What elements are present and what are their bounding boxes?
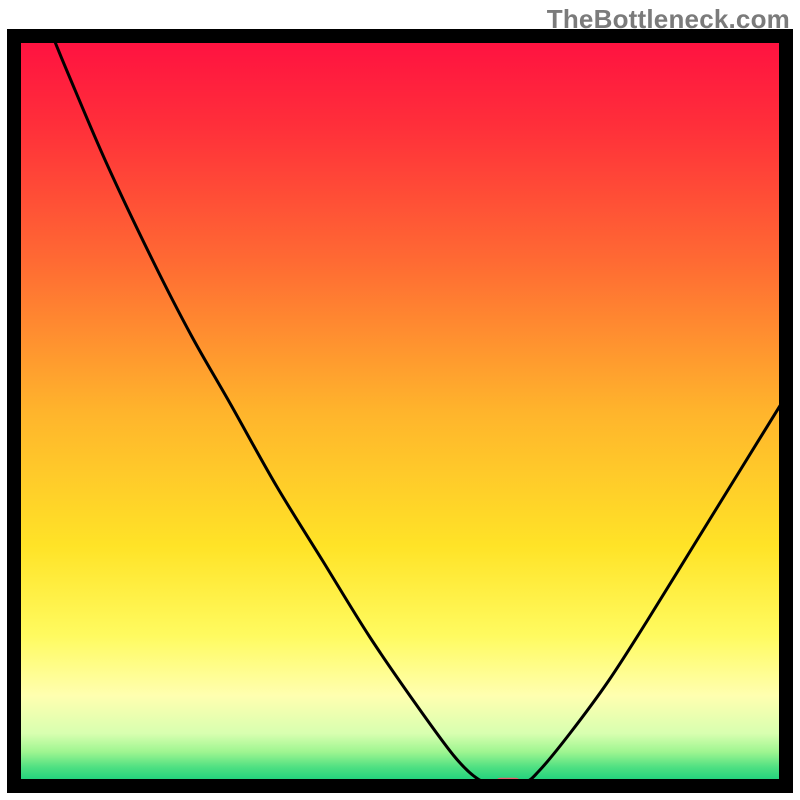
gradient-background: [14, 36, 786, 786]
bottleneck-chart: [0, 0, 800, 800]
chart-stage: TheBottleneck.com: [0, 0, 800, 800]
